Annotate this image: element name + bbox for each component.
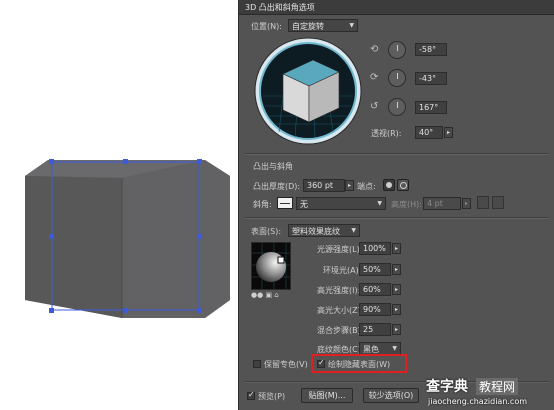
blend-steps-label: 混合步骤(B): (317, 326, 364, 335)
rotation-track-cube[interactable] (253, 36, 363, 146)
cap-on-icon (386, 182, 392, 188)
x-rotation-field[interactable]: -58° (415, 43, 447, 56)
bevel-label: 斜角: (253, 200, 272, 209)
lighting-preview[interactable] (251, 242, 291, 290)
highlight-intensity-label: 高光强度(I): (317, 286, 361, 295)
cap-off-button[interactable] (397, 179, 409, 191)
separator (245, 217, 549, 219)
position-value: 自定旋转 (292, 22, 324, 31)
cap-off-icon (400, 182, 407, 189)
ambient-light-field[interactable]: 50% (359, 263, 391, 276)
extrude-depth-slider-button[interactable]: ▸ (345, 180, 354, 191)
bevel-inward-button[interactable] (492, 196, 504, 209)
preview-label: 预览(P) (258, 392, 286, 401)
watermark-brand: 查字典 (426, 379, 468, 395)
z-axis-rotate-icon: ↺ (370, 101, 379, 112)
separator (245, 153, 549, 155)
watermark: 查字典 教程网 jiaocheng.chazidian.com (426, 376, 554, 410)
perspective-field[interactable]: 40° (415, 126, 443, 139)
surface-dropdown[interactable]: 塑料效果底纹 ▼ (288, 224, 360, 237)
map-art-button[interactable]: 贴图(M)... (301, 388, 353, 403)
bevel-height-label: 高度(H): (391, 200, 422, 209)
position-dropdown[interactable]: 自定旋转 ▼ (288, 19, 358, 32)
bevel-value: 无 (300, 200, 308, 209)
z-rotation-dial[interactable] (388, 98, 406, 116)
preserve-spot-label: 保留专色(V) (264, 360, 308, 369)
highlight-intensity-slider-button[interactable]: ▸ (392, 284, 401, 295)
bevel-outward-button[interactable] (477, 196, 489, 209)
position-label: 位置(N): (251, 22, 282, 31)
bevel-preview-icon (277, 197, 293, 209)
chevron-down-icon: ▼ (377, 200, 382, 207)
shading-color-value: 黑色 (363, 345, 379, 354)
watermark-sub: 教程网 (476, 378, 519, 395)
y-rotation-dial[interactable] (388, 69, 406, 87)
bevel-height-field[interactable]: 4 pt (423, 197, 461, 210)
extrude-depth-field[interactable]: 360 pt (303, 179, 345, 192)
bevel-dropdown[interactable]: 无 ▼ (296, 197, 386, 210)
chevron-down-icon: ▼ (351, 227, 356, 234)
extrude-section-title: 凸出与斜角 (253, 162, 293, 171)
extrude-depth-label: 凸出厚度(D): (253, 182, 301, 191)
blend-steps-field[interactable]: 25 (359, 323, 391, 336)
dialog-titlebar: 3D 凸出和斜角选项 (239, 0, 554, 15)
light-controls-icons[interactable]: ●● ▣ ⌂ (251, 291, 279, 299)
perspective-slider-button[interactable]: ▸ (444, 127, 453, 138)
preserve-spot-checkbox[interactable] (253, 360, 261, 368)
perspective-label: 透视(R): (371, 129, 402, 138)
cap-on-button[interactable] (383, 179, 395, 191)
chevron-down-icon: ▼ (349, 22, 354, 29)
cap-label: 端点: (357, 182, 376, 191)
highlight-size-field[interactable]: 90% (359, 303, 391, 316)
x-rotation-dial[interactable] (388, 41, 406, 59)
x-axis-rotate-icon: ⟲ (370, 44, 379, 55)
3d-extrude-bevel-dialog: 3D 凸出和斜角选项 位置(N): 自定旋转 ▼ ⟲ -58° ⟳ -43° ↺… (238, 0, 554, 410)
y-rotation-field[interactable]: -43° (415, 72, 447, 85)
preview-checkbox[interactable] (247, 390, 255, 400)
light-intensity-slider-button[interactable]: ▸ (392, 243, 401, 254)
light-intensity-label: 光源强度(L): (317, 245, 363, 254)
highlight-annotation-box (311, 354, 407, 373)
artboard (0, 0, 238, 410)
chevron-down-icon: ▼ (392, 345, 397, 352)
y-axis-rotate-icon: ⟳ (370, 72, 379, 83)
z-rotation-field[interactable]: 167° (415, 101, 447, 114)
ambient-light-slider-button[interactable]: ▸ (392, 264, 401, 275)
ambient-light-label: 环境光(A): (323, 266, 362, 275)
highlight-intensity-field[interactable]: 60% (359, 283, 391, 296)
light-intensity-field[interactable]: 100% (359, 242, 391, 255)
surface-label: 表面(S): (251, 227, 282, 236)
watermark-url: jiaocheng.chazidian.com (428, 397, 528, 406)
highlight-size-slider-button[interactable]: ▸ (392, 304, 401, 315)
surface-value: 塑料效果底纹 (292, 227, 340, 236)
blend-steps-slider-button[interactable]: ▸ (392, 324, 401, 335)
highlight-size-label: 高光大小(Z): (317, 306, 364, 315)
dialog-title: 3D 凸出和斜角选项 (245, 3, 315, 12)
bevel-height-slider-button[interactable]: ▸ (462, 198, 471, 209)
fewer-options-button[interactable]: 较少选项(O) (363, 388, 419, 403)
cube-artwork[interactable] (0, 0, 238, 410)
